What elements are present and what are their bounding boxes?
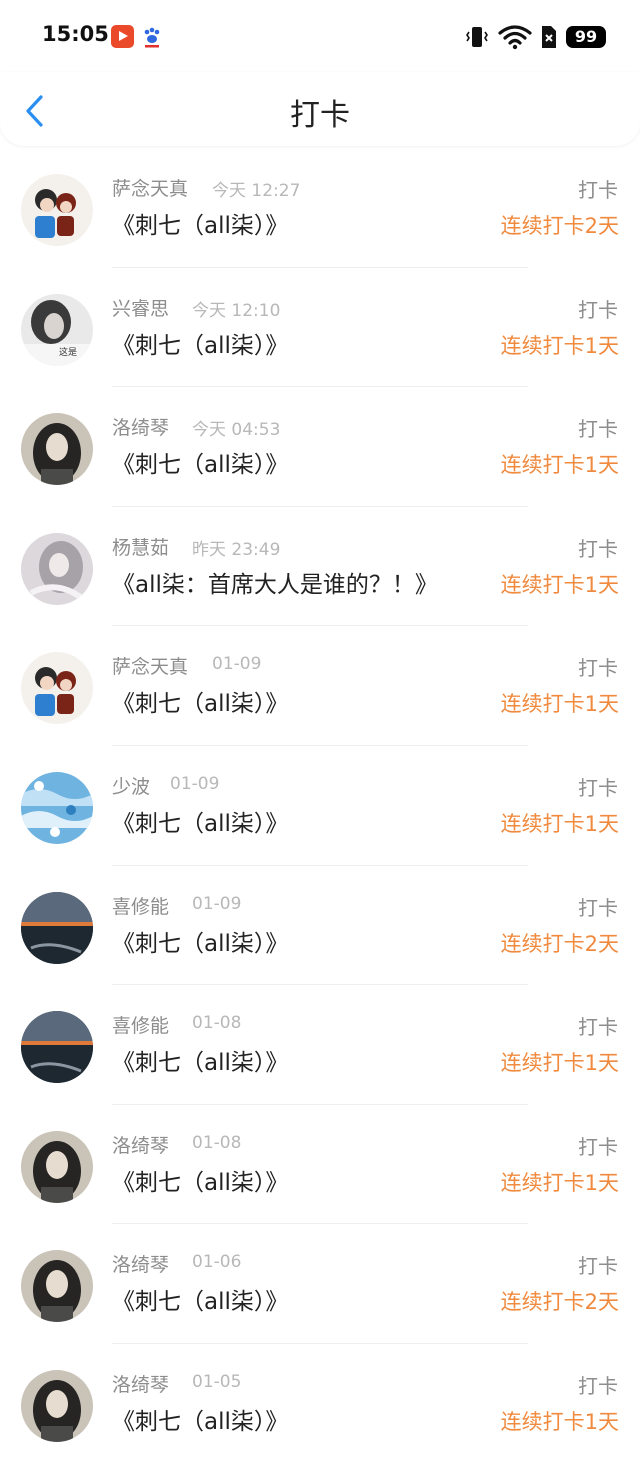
avatar[interactable] [21,413,93,486]
streak-text: 连续打卡1天 [500,1051,619,1076]
user-name: 兴睿思 [112,297,170,320]
avatar[interactable] [21,174,93,246]
list-item[interactable]: 洛绮琴 01-06 《刺七（all柒）》 打卡 连续打卡2天 [0,1224,640,1344]
list-item[interactable]: 萨念天真 今天 12:27 《刺七（all柒）》 打卡 连续打卡2天 [0,148,640,268]
checkin-label: 打卡 [578,775,618,800]
avatar[interactable] [21,1369,93,1442]
book-title: 《刺七（all柒）》 [112,691,289,718]
list-item[interactable]: 洛绮琴 01-08 《刺七（all柒）》 打卡 连续打卡1天 [0,1105,640,1225]
book-title: 《刺七（all柒）》 [112,930,289,957]
paw-app-icon [144,27,160,48]
book-title: 《刺七（all柒）》 [112,1169,289,1196]
checkin-time: 01-08 [192,1013,242,1034]
checkin-time: 01-09 [170,773,220,794]
user-name: 萨念天真 [112,178,189,200]
checkin-label: 打卡 [578,1134,618,1159]
svg-text:这是: 这是 [59,346,77,358]
checkin-time: 01-09 [192,893,242,914]
checkin-label: 打卡 [578,1254,618,1279]
list-item[interactable]: 洛绮琴 01-05 《刺七（all柒）》 打卡 连续打卡1天 [0,1344,640,1464]
checkin-list: 萨念天真 今天 12:27 《刺七（all柒）》 打卡 连续打卡2天 这是 兴睿… [0,148,640,1464]
streak-text: 连续打卡1天 [500,1170,619,1195]
checkin-label: 打卡 [578,536,618,561]
user-name: 洛绮琴 [112,1254,170,1277]
checkin-time: 今天 12:10 [192,300,281,321]
user-name: 萨念天真 [112,656,189,679]
list-item[interactable]: 洛绮琴 今天 04:53 《刺七（all柒）》 打卡 连续打卡1天 [0,387,640,507]
sim-off-icon [542,26,556,48]
list-item[interactable]: 喜修能 01-08 《刺七（all柒）》 打卡 连续打卡1天 [0,985,640,1105]
checkin-time: 01-08 [192,1132,242,1153]
user-name: 少波 [112,775,151,798]
list-item[interactable]: 这是 兴睿思 今天 12:10 《刺七（all柒）》 打卡 连续打卡1天 [0,268,640,388]
avatar[interactable] [21,1250,93,1323]
list-item[interactable]: 少波 01-09 《刺七（all柒）》 打卡 连续打卡1天 [0,746,640,866]
streak-text: 连续打卡1天 [500,333,619,358]
streak-text: 连续打卡2天 [500,931,619,956]
checkin-time: 01-06 [192,1252,242,1273]
checkin-label: 打卡 [578,656,618,681]
streak-text: 连续打卡2天 [500,1290,619,1315]
book-title: 《刺七（all柒）》 [112,810,289,837]
nav-bar: 打卡 [0,72,640,146]
avatar[interactable] [21,891,93,964]
checkin-label: 打卡 [578,1373,618,1398]
avatar[interactable]: 这是 [21,293,93,366]
user-name: 洛绮琴 [112,1373,170,1396]
wifi-icon [498,25,532,50]
streak-text: 连续打卡1天 [500,692,619,717]
book-title: 《刺七（all柒）》 [112,213,289,239]
checkin-label: 打卡 [578,1015,618,1040]
status-time: 15:05 [42,22,109,46]
checkin-time: 01-09 [212,654,262,675]
video-app-icon [111,25,134,48]
book-title: 《刺七（all柒）》 [112,1050,289,1077]
book-title: 《刺七（all柒）》 [112,1408,289,1435]
checkin-label: 打卡 [578,297,618,322]
checkin-time: 01-05 [192,1371,242,1392]
user-name: 洛绮琴 [112,417,170,440]
avatar[interactable] [21,1130,93,1203]
streak-text: 连续打卡1天 [500,453,619,478]
avatar[interactable] [21,652,93,725]
user-name: 洛绮琴 [112,1134,170,1157]
list-item[interactable]: 萨念天真 01-09 《刺七（all柒）》 打卡 连续打卡1天 [0,626,640,746]
battery-icon: 99 [566,26,606,48]
checkin-time: 昨天 23:49 [192,539,281,560]
streak-text: 连续打卡2天 [500,214,619,238]
checkin-label: 打卡 [578,895,618,920]
avatar[interactable] [21,771,93,844]
streak-text: 连续打卡1天 [500,1409,619,1434]
book-title: 《刺七（all柒）》 [112,1289,289,1316]
checkin-time: 今天 04:53 [192,420,281,441]
streak-text: 连续打卡1天 [500,572,619,597]
list-item[interactable]: 杨慧茹 昨天 23:49 《all柒：首席大人是谁的？！》 打卡 连续打卡1天 [0,507,640,627]
book-title: 《刺七（all柒）》 [112,452,289,479]
book-title: 《all柒：首席大人是谁的？！》 [112,571,438,598]
avatar[interactable] [21,532,93,605]
avatar[interactable] [21,1011,93,1084]
checkin-time: 今天 12:27 [212,181,301,201]
user-name: 喜修能 [112,1015,170,1038]
book-title: 《刺七（all柒）》 [112,332,289,359]
streak-text: 连续打卡1天 [500,811,619,836]
page-title: 打卡 [290,98,350,133]
user-name: 杨慧茹 [112,536,170,559]
status-bar: 15:05 99 [0,0,640,72]
checkin-label: 打卡 [578,178,618,202]
checkin-label: 打卡 [578,417,618,442]
vibrate-icon [466,27,488,47]
list-item[interactable]: 喜修能 01-09 《刺七（all柒）》 打卡 连续打卡2天 [0,866,640,986]
user-name: 喜修能 [112,895,170,918]
